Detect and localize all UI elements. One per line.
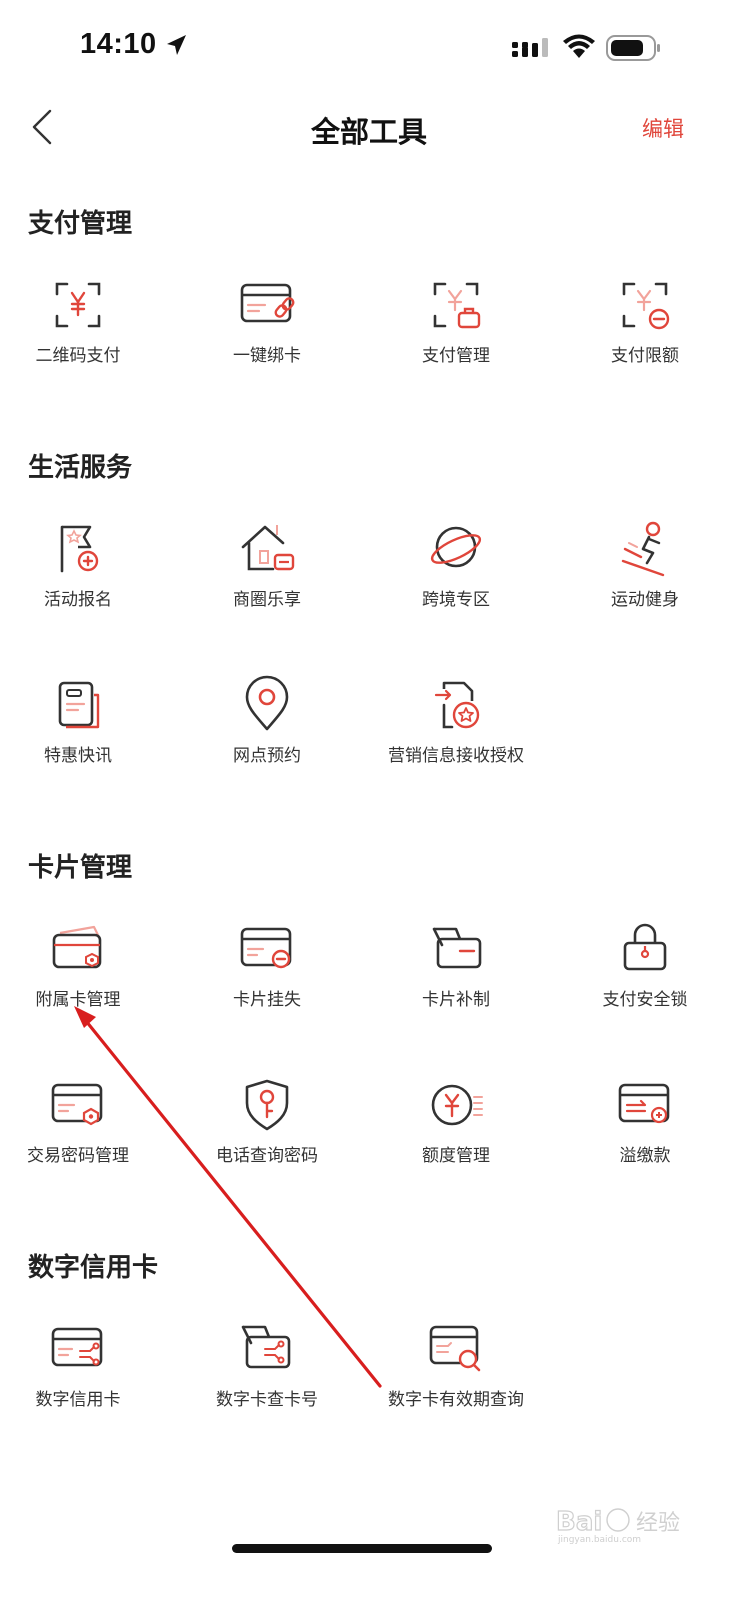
baidu-jingyan-watermark: Bai 经验 jingyan.baidu.com <box>556 1506 680 1544</box>
tool-cross-border[interactable]: 跨境专区 <box>364 519 548 639</box>
bind-card-icon <box>240 283 295 323</box>
tool-digital-card-number[interactable]: 数字卡查卡号 <box>175 1319 359 1439</box>
tool-label: 跨境专区 <box>422 590 490 610</box>
tool-label: 数字卡查卡号 <box>216 1390 318 1410</box>
fitness-icon <box>621 521 665 577</box>
location-arrow-icon <box>167 35 186 55</box>
tool-supplementary-card[interactable]: 附属卡管理 <box>0 919 170 1039</box>
section-title-payment: 支付管理 <box>28 209 133 239</box>
event-signup-icon <box>60 525 99 573</box>
tool-label: 特惠快讯 <box>44 746 112 766</box>
overpayment-icon <box>618 1083 670 1124</box>
svg-text:经验: 经验 <box>636 1511 680 1536</box>
tool-card-replacement[interactable]: 卡片补制 <box>364 919 548 1039</box>
digital-card-expiry-icon <box>429 1325 481 1372</box>
tool-label: 支付管理 <box>422 346 490 366</box>
tool-payment-limit[interactable]: 支付限额 <box>553 275 737 395</box>
tool-branch-booking[interactable]: 网点预约 <box>175 675 359 795</box>
supplementary-card-icon <box>52 925 102 969</box>
svg-text:jingyan.baidu.com: jingyan.baidu.com <box>557 1535 641 1544</box>
tool-label: 电话查询密码 <box>216 1146 318 1166</box>
tool-label: 运动健身 <box>611 590 679 610</box>
tool-card-loss[interactable]: 卡片挂失 <box>175 919 359 1039</box>
tool-label: 活动报名 <box>44 590 112 610</box>
home-indicator[interactable] <box>232 1544 492 1553</box>
section-title-life-services: 生活服务 <box>28 453 133 483</box>
transaction-password-icon <box>51 1083 103 1126</box>
tool-transaction-password[interactable]: 交易密码管理 <box>0 1075 170 1195</box>
tool-phone-password[interactable]: 电话查询密码 <box>175 1075 359 1195</box>
card-loss-icon <box>240 927 292 969</box>
cross-border-icon <box>430 526 482 568</box>
card-replacement-icon <box>432 927 482 969</box>
marketing-authorization-icon <box>434 681 480 729</box>
section-title-card-management: 卡片管理 <box>28 853 133 883</box>
navigation-bar: 全部工具 编辑 <box>0 95 738 159</box>
tool-label: 附属卡管理 <box>35 990 121 1010</box>
tool-label: 二维码支付 <box>35 346 121 366</box>
shopping-district-icon <box>241 525 295 571</box>
tool-label: 网点预约 <box>233 746 301 766</box>
phone-password-icon <box>245 1079 289 1131</box>
tool-overpayment[interactable]: 溢缴款 <box>553 1075 737 1195</box>
tool-label: 数字信用卡 <box>35 1390 121 1410</box>
digital-card-number-icon <box>241 1325 291 1369</box>
tool-label: 额度管理 <box>422 1146 490 1166</box>
edit-button[interactable]: 编辑 <box>642 113 684 143</box>
tool-label: 卡片挂失 <box>233 990 301 1010</box>
qr-pay-icon <box>55 282 101 328</box>
section-title-digital-card: 数字信用卡 <box>28 1253 159 1283</box>
tool-bind-card[interactable]: 一键绑卡 <box>175 275 359 395</box>
tool-marketing-authorization[interactable]: 营销信息接收授权 <box>364 675 548 795</box>
tool-payment-lock[interactable]: 支付安全锁 <box>553 919 737 1039</box>
tool-fitness[interactable]: 运动健身 <box>553 519 737 639</box>
tool-payment-manage[interactable]: 支付管理 <box>364 275 548 395</box>
payment-manage-icon <box>433 282 481 329</box>
tool-label: 数字卡有效期查询 <box>388 1390 524 1410</box>
credit-limit-icon <box>431 1084 483 1126</box>
tool-deals-news[interactable]: 特惠快讯 <box>0 675 170 795</box>
tool-qr-pay[interactable]: 二维码支付 <box>0 275 170 395</box>
tool-label: 支付限额 <box>611 346 679 366</box>
tool-digital-card-expiry[interactable]: 数字卡有效期查询 <box>364 1319 548 1439</box>
cellular-signal-icon <box>512 38 548 57</box>
payment-lock-icon <box>623 923 667 971</box>
deals-news-icon <box>58 681 100 729</box>
tool-label: 一键绑卡 <box>233 346 301 366</box>
digital-card-icon <box>51 1327 103 1367</box>
tool-label: 交易密码管理 <box>27 1146 129 1166</box>
tool-digital-card[interactable]: 数字信用卡 <box>0 1319 170 1439</box>
tool-label: 支付安全锁 <box>602 990 688 1010</box>
tool-credit-limit[interactable]: 额度管理 <box>364 1075 548 1195</box>
wifi-icon <box>563 34 595 58</box>
tool-label: 卡片补制 <box>422 990 490 1010</box>
payment-limit-icon <box>622 282 670 330</box>
tool-label: 营销信息接收授权 <box>388 746 524 766</box>
tool-shopping-district[interactable]: 商圈乐享 <box>175 519 359 639</box>
battery-icon <box>606 35 660 61</box>
svg-text:Bai: Bai <box>556 1507 602 1537</box>
tool-label: 商圈乐享 <box>233 590 301 610</box>
status-time: 14:10 <box>80 28 157 60</box>
page-title: 全部工具 <box>310 115 427 149</box>
tool-label: 溢缴款 <box>619 1146 671 1166</box>
tool-event-signup[interactable]: 活动报名 <box>0 519 170 639</box>
status-bar: 14:10 <box>0 0 738 95</box>
branch-booking-icon <box>245 675 289 731</box>
